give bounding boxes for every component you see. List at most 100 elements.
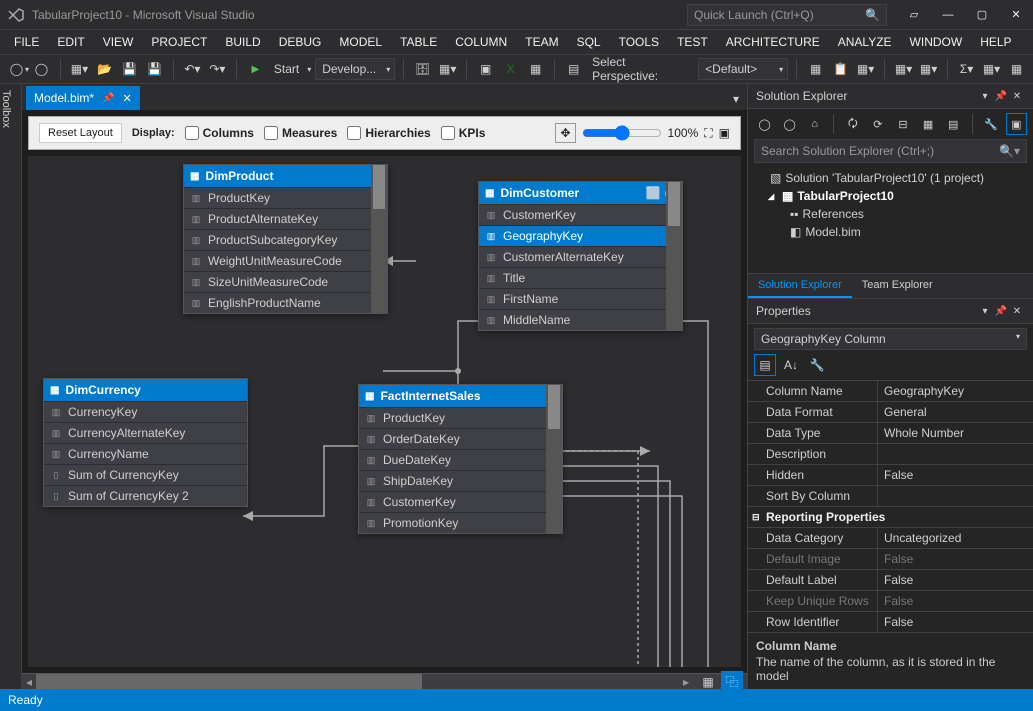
- toolbox-panel-tab[interactable]: Toolbox: [0, 84, 22, 689]
- project-node[interactable]: ◢▦TabularProject10: [752, 187, 1029, 205]
- measures-checkbox[interactable]: Measures: [264, 126, 337, 140]
- canvas-hscrollbar[interactable]: ◂ ▸ ▦ ⿻: [22, 673, 747, 689]
- fwd-icon[interactable]: ◯: [779, 113, 800, 135]
- table-header-dimproduct[interactable]: ▦DimProduct: [184, 165, 387, 187]
- perspective-icon[interactable]: ▤: [563, 58, 584, 80]
- column-row-selected[interactable]: ▥GeographyKey: [479, 225, 682, 246]
- menu-window[interactable]: WINDOW: [902, 33, 971, 51]
- document-tab-model[interactable]: Model.bim* 📌 ✕: [26, 86, 140, 110]
- table-scrollbar[interactable]: [666, 182, 682, 330]
- references-node[interactable]: ▪▪References: [752, 205, 1029, 223]
- column-row[interactable]: ▯Sum of CurrencyKey 2: [44, 485, 247, 506]
- tool-icon-2[interactable]: 📋: [830, 58, 851, 80]
- home-icon[interactable]: ⌂: [804, 113, 825, 135]
- prop-row[interactable]: Default LabelFalse: [748, 569, 1033, 590]
- table-factinternetsales[interactable]: ▦FactInternetSales ▥ProductKey ▥OrderDat…: [358, 384, 563, 534]
- prop-row[interactable]: Keep Unique RowsFalse: [748, 590, 1033, 611]
- table-header-factinternetsales[interactable]: ▦FactInternetSales: [359, 385, 562, 407]
- showall-icon[interactable]: ▦: [918, 113, 939, 135]
- excel-icon[interactable]: X: [500, 58, 521, 80]
- back-icon[interactable]: ◯: [754, 113, 775, 135]
- table-header-dimcustomer[interactable]: ▦DimCustomer⬜▭: [479, 182, 682, 204]
- perspective-combo[interactable]: <Default>: [698, 58, 788, 80]
- open-button[interactable]: 📂: [94, 58, 115, 80]
- column-row[interactable]: ▥CurrencyAlternateKey: [44, 422, 247, 443]
- column-row[interactable]: ▥EnglishProductName: [184, 292, 387, 313]
- column-row[interactable]: ▥SizeUnitMeasureCode: [184, 271, 387, 292]
- menu-tools[interactable]: TOOLS: [611, 33, 667, 51]
- properties-selector[interactable]: GeographyKey Column: [754, 328, 1027, 350]
- column-row[interactable]: ▥Title: [479, 267, 682, 288]
- actual-icon[interactable]: ▣: [719, 126, 730, 140]
- prop-row[interactable]: Sort By Column: [748, 485, 1033, 506]
- column-row[interactable]: ▥OrderDateKey: [359, 428, 562, 449]
- table-scrollbar[interactable]: [371, 165, 387, 313]
- prop-row[interactable]: Data FormatGeneral: [748, 401, 1033, 422]
- column-row[interactable]: ▥CurrencyKey: [44, 401, 247, 422]
- menu-team[interactable]: TEAM: [517, 33, 566, 51]
- column-row[interactable]: ▯Sum of CurrencyKey: [44, 464, 247, 485]
- nav-back-button[interactable]: ◯▾: [6, 58, 27, 80]
- menu-help[interactable]: HELP: [972, 33, 1019, 51]
- nav-fwd-button[interactable]: ◯: [31, 58, 52, 80]
- properties-grid[interactable]: Column NameGeographyKey Data FormatGener…: [748, 380, 1033, 632]
- start-button[interactable]: ▶: [245, 58, 266, 80]
- solution-explorer-header[interactable]: Solution Explorer ▾ 📌 ✕: [748, 84, 1033, 109]
- dropdown-icon[interactable]: ▾: [977, 91, 993, 102]
- menu-edit[interactable]: EDIT: [49, 33, 92, 51]
- menu-table[interactable]: TABLE: [392, 33, 445, 51]
- reset-layout-button[interactable]: Reset Layout: [39, 123, 122, 143]
- prop-row[interactable]: Row IdentifierFalse: [748, 611, 1033, 632]
- tool-icon-4[interactable]: ▦▾: [893, 58, 914, 80]
- grid-view-icon[interactable]: ▦: [697, 671, 719, 693]
- column-row[interactable]: ▥ProductKey: [359, 407, 562, 428]
- prop-row[interactable]: Description: [748, 443, 1033, 464]
- prop-row[interactable]: HiddenFalse: [748, 464, 1033, 485]
- menu-file[interactable]: FILE: [6, 33, 47, 51]
- fit-icon[interactable]: ⛶: [704, 126, 712, 141]
- pin-icon[interactable]: 📌: [102, 93, 114, 104]
- start-label[interactable]: Start: [270, 62, 303, 76]
- tab-team-explorer[interactable]: Team Explorer: [852, 274, 943, 298]
- menu-debug[interactable]: DEBUG: [271, 33, 330, 51]
- undo-button[interactable]: ↶▾: [182, 58, 203, 80]
- properties-icon[interactable]: ▤: [943, 113, 964, 135]
- column-row[interactable]: ▥PromotionKey: [359, 512, 562, 533]
- categorized-icon[interactable]: ▤: [754, 354, 776, 376]
- prop-row[interactable]: Column NameGeographyKey: [748, 380, 1033, 401]
- model-node[interactable]: ◧Model.bim: [752, 223, 1029, 241]
- pin-icon[interactable]: 📌: [993, 306, 1009, 317]
- prop-category[interactable]: Reporting Properties: [748, 506, 1033, 527]
- process-icon[interactable]: ▦▾: [437, 58, 458, 80]
- column-row[interactable]: ▥ShipDateKey: [359, 470, 562, 491]
- close-panel-icon[interactable]: ✕: [1009, 306, 1025, 317]
- tool-icon-7[interactable]: ▦: [1006, 58, 1027, 80]
- tab-dropdown-icon[interactable]: ▾: [725, 88, 747, 110]
- properties-header[interactable]: Properties ▾ 📌 ✕: [748, 299, 1033, 324]
- new-project-button[interactable]: ▦▾: [69, 58, 90, 80]
- close-panel-icon[interactable]: ✕: [1009, 91, 1025, 102]
- tool-icon-6[interactable]: ▦▾: [981, 58, 1002, 80]
- refresh-icon[interactable]: ⟳: [867, 113, 888, 135]
- menu-analyze[interactable]: ANALYZE: [830, 33, 900, 51]
- menu-sql[interactable]: SQL: [569, 33, 609, 51]
- diagram-view-icon[interactable]: ⿻: [721, 671, 743, 693]
- column-row[interactable]: ▥ProductKey: [184, 187, 387, 208]
- tab-solution-explorer[interactable]: Solution Explorer: [748, 274, 852, 298]
- save-all-button[interactable]: 💾: [144, 58, 165, 80]
- tool-icon-3[interactable]: ▦▾: [855, 58, 876, 80]
- column-row[interactable]: ▥ProductAlternateKey: [184, 208, 387, 229]
- menu-model[interactable]: MODEL: [331, 33, 390, 51]
- quick-launch-input[interactable]: Quick Launch (Ctrl+Q)🔍: [687, 4, 887, 26]
- close-button[interactable]: ✕: [999, 2, 1033, 28]
- table-scrollbar[interactable]: [546, 385, 562, 533]
- sync-icon[interactable]: 🗘: [842, 113, 863, 135]
- menu-test[interactable]: TEST: [669, 33, 716, 51]
- solution-node[interactable]: ▧Solution 'TabularProject10' (1 project): [752, 169, 1029, 187]
- db-icon[interactable]: 🗄: [412, 58, 433, 80]
- maximize-table-icon[interactable]: ⬜: [646, 186, 661, 200]
- dropdown-icon[interactable]: ▾: [977, 306, 993, 317]
- pan-icon[interactable]: ✥: [555, 123, 575, 143]
- redo-button[interactable]: ↷▾: [207, 58, 228, 80]
- prop-row[interactable]: Data CategoryUncategorized: [748, 527, 1033, 548]
